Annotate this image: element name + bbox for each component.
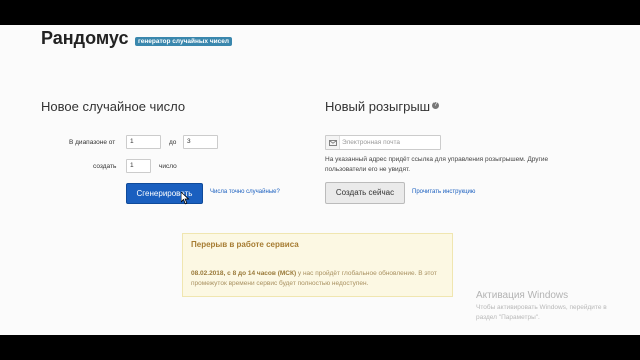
instructions-link[interactable]: Прочитать инструкцию (412, 189, 475, 195)
email-field[interactable]: Электронная почта (325, 135, 441, 150)
help-icon[interactable]: ? (432, 101, 440, 109)
email-note: На указанный адрес придёт ссылка для упр… (325, 156, 549, 173)
count-input[interactable]: 1 (126, 159, 151, 173)
email-input[interactable]: Электронная почта (342, 136, 400, 149)
alert-body: 08.02.2018, с 8 до 14 часов (МСК) у нас … (191, 269, 441, 289)
create-now-button[interactable]: Создать сейчас (325, 182, 405, 204)
giveaway-title-text: Новый розыгрыш (325, 99, 431, 114)
to-label: до (169, 139, 177, 146)
range-to-input[interactable]: 3 (183, 135, 218, 149)
count-unit: число (159, 163, 177, 170)
random-number-title: Новое случайное число (41, 99, 186, 114)
range-label: В диапазоне от (69, 139, 116, 146)
page: Рандомус генератор случайных чисел Новое… (0, 25, 640, 335)
site-logo[interactable]: Рандомус (41, 28, 129, 49)
windows-activation-title: Активация Windows (476, 290, 569, 301)
alert-date: 08.02.2018, с 8 до 14 часов (МСК) (191, 270, 297, 277)
generate-button[interactable]: Сгенерировать (126, 183, 203, 204)
alert-title: Перерыв в работе сервиса (191, 240, 299, 249)
giveaway-title: Новый розыгрыш? (325, 99, 440, 114)
maintenance-alert: Перерыв в работе сервиса 08.02.2018, с 8… (182, 233, 453, 297)
windows-activation-text: Чтобы активировать Windows, перейдите в … (476, 304, 607, 321)
tagline-badge: генератор случайных чисел (135, 37, 232, 46)
envelope-icon (326, 136, 340, 149)
is-random-link[interactable]: Числа точно случайные? (210, 189, 280, 195)
mouse-cursor-icon (181, 192, 190, 205)
create-label: создать (93, 163, 117, 170)
range-from-input[interactable]: 1 (126, 135, 161, 149)
